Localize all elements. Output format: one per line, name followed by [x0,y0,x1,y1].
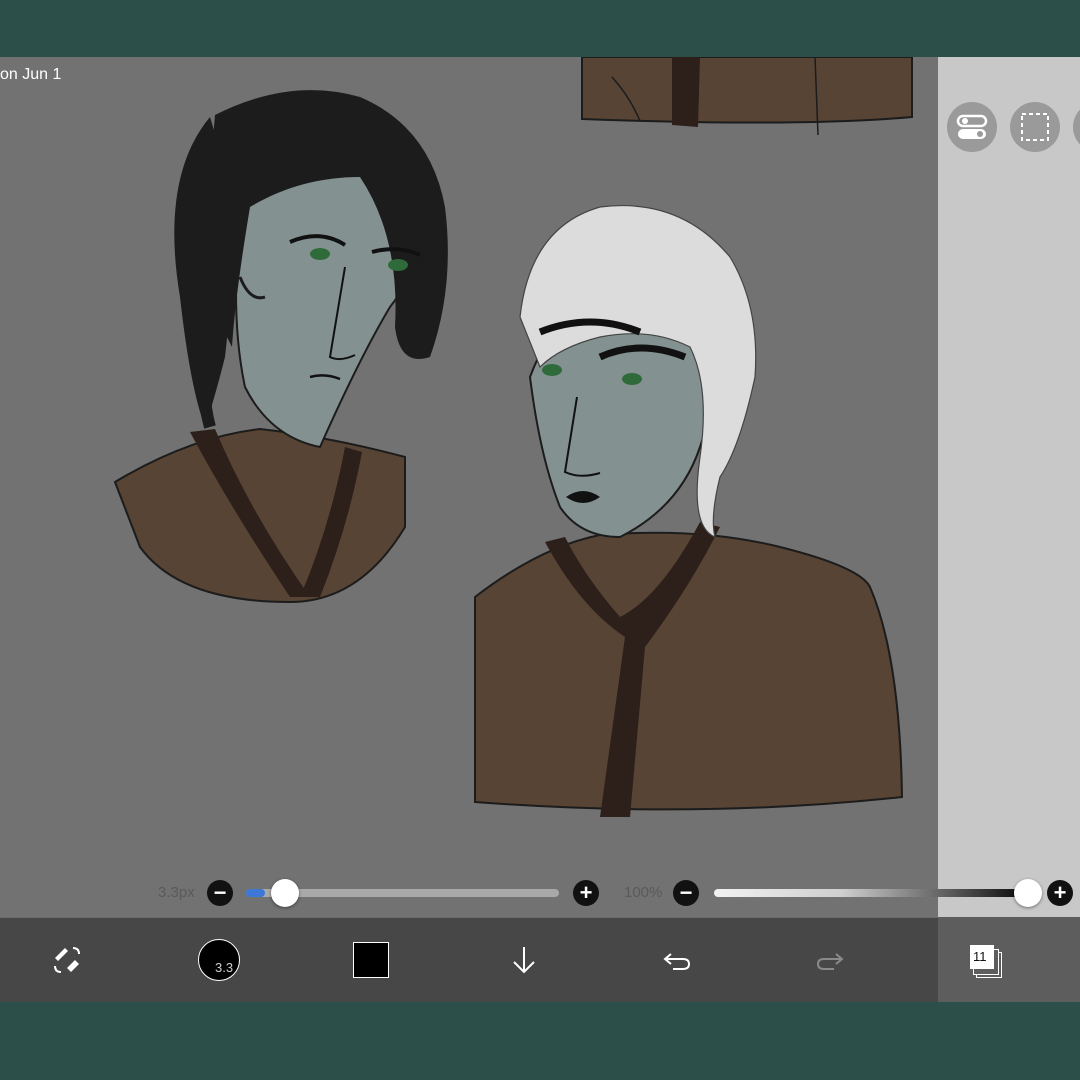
brush-size-slider[interactable] [246,879,559,907]
bottom-toolbar: 3.3 [0,917,938,1002]
arrow-down-icon [513,947,535,974]
brush-size-plus-button[interactable]: + [573,880,599,906]
bottom-toolbar-right: 11 [938,917,1080,1002]
tool-switch-button[interactable] [37,930,97,990]
opacity-knob[interactable] [1014,879,1042,907]
layers-button[interactable]: 11 [955,929,1015,989]
move-down-button[interactable] [494,930,554,990]
redo-icon [816,953,844,970]
opacity-plus-button[interactable]: + [1047,880,1073,906]
opacity-minus-button[interactable]: − [673,880,699,906]
opacity-slider[interactable] [714,879,1042,907]
color-swatch [353,942,389,978]
layers-icon: 11 [967,941,1003,978]
layers-count: 11 [973,949,987,964]
brush-preview-circle: 3.3 [198,939,240,981]
brush-eraser-swap-icon [54,947,80,973]
toggle-button[interactable] [947,102,997,152]
slider-row: 3.3px − + 100% − + [0,877,1080,917]
partial-robe-top [581,57,913,136]
canvas-date-label: on Jun 1 [0,66,62,83]
artwork [113,57,913,817]
brush-size-fill [246,889,265,897]
character-light-hair [474,204,904,817]
toggle-switch-icon [956,114,988,139]
opacity-value: 100% [624,884,663,901]
dashed-selection-icon [1021,113,1049,141]
undo-icon [663,953,691,970]
app-frame: on Jun 1 3.3px − + 100% − + 3.3 11 [0,57,1080,1002]
brush-preview-button[interactable]: 3.3 [189,930,249,990]
undo-button[interactable] [647,930,707,990]
drawing-canvas[interactable]: on Jun 1 [0,57,938,917]
brush-size-value: 3.3px [158,884,195,901]
color-button[interactable] [341,930,401,990]
character-dark-hair [113,90,448,604]
side-panel [938,57,1080,1002]
brush-size-knob[interactable] [270,879,299,907]
brush-size-minus-button[interactable]: − [207,880,233,906]
redo-button[interactable] [800,930,860,990]
brush-preview-label: 3.3 [215,960,234,975]
selection-button[interactable] [1010,102,1060,152]
extra-button[interactable] [1073,102,1080,152]
